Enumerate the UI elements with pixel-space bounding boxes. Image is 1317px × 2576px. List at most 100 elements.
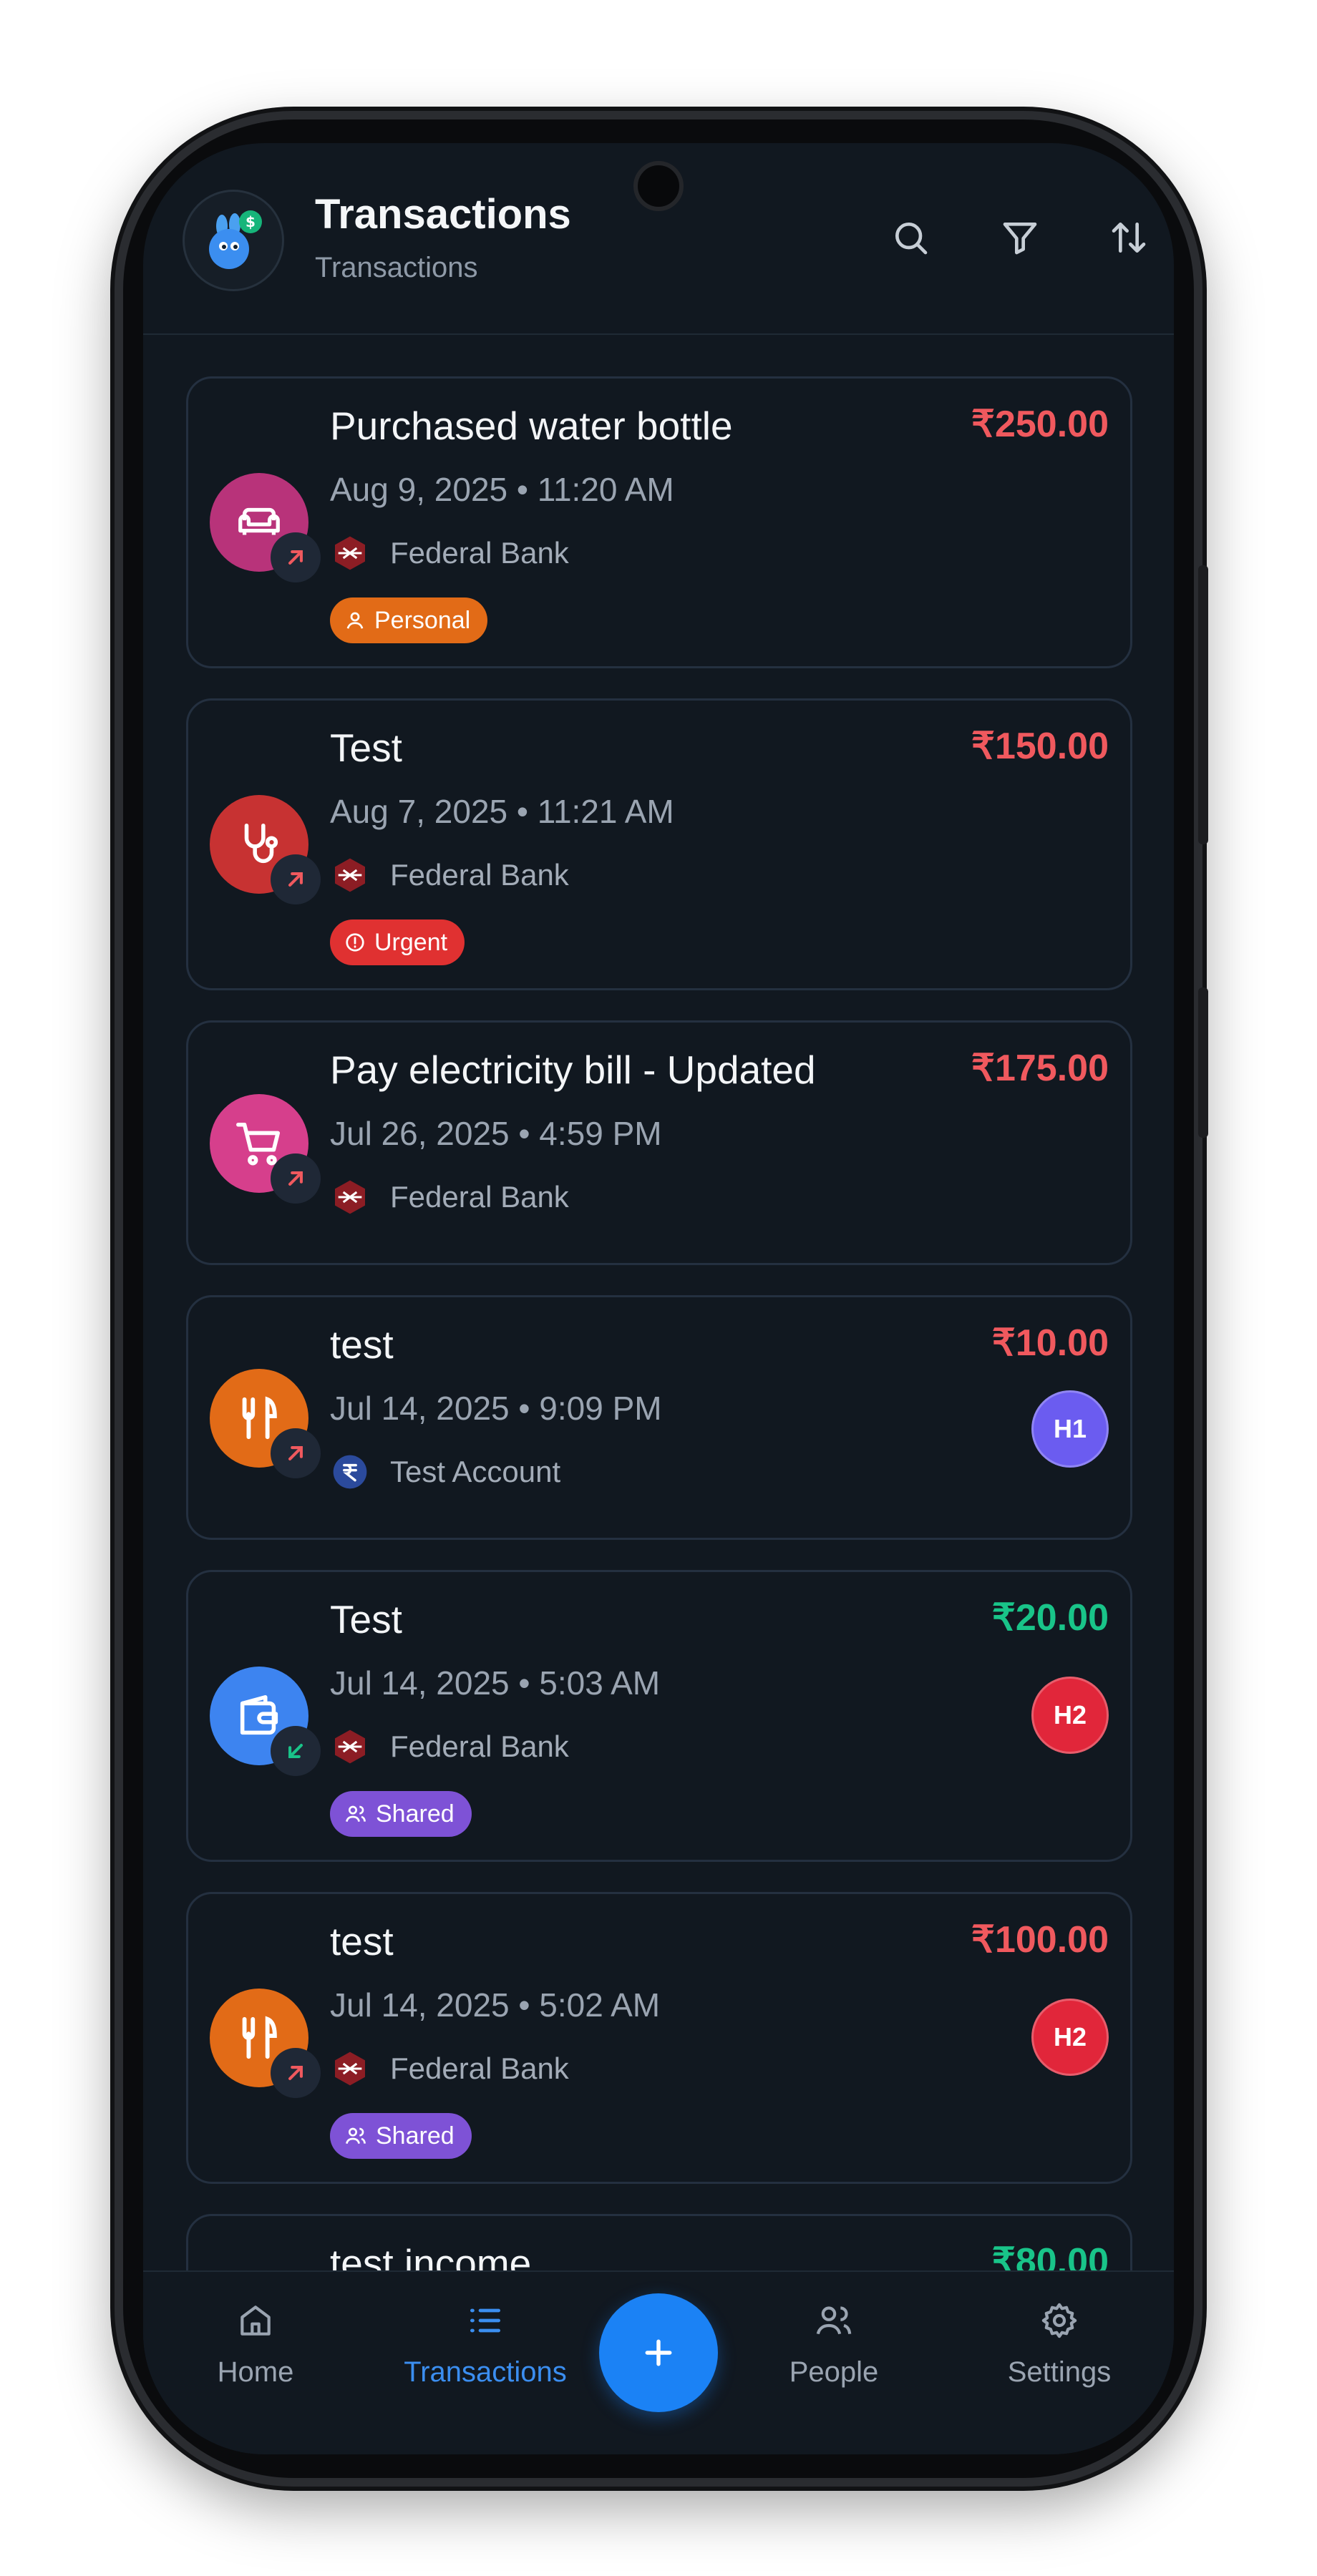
account-name: Federal Bank bbox=[390, 536, 569, 570]
transaction-amount: ₹80.00 bbox=[991, 2241, 1109, 2270]
bottom-nav: Home Transactions People Settings bbox=[143, 2270, 1174, 2454]
expense-direction-badge bbox=[271, 532, 321, 582]
transaction-datetime: Jul 26, 2025 • 4:59 PM bbox=[330, 1115, 662, 1152]
gear-icon bbox=[1041, 2303, 1077, 2338]
account-name: Federal Bank bbox=[390, 2051, 569, 2085]
transaction-card[interactable]: test ₹10.00 Jul 14, 2025 • 9:09 PM Test … bbox=[186, 1295, 1132, 1540]
search-icon bbox=[895, 223, 928, 255]
svg-text:$: $ bbox=[246, 213, 256, 230]
transaction-account: Federal Bank bbox=[330, 855, 569, 895]
tag-badge: Shared bbox=[330, 2113, 472, 2159]
transaction-title: Purchased water bottle bbox=[330, 404, 733, 448]
sort-icon bbox=[1112, 223, 1146, 253]
transaction-amount: ₹10.00 bbox=[991, 1322, 1109, 1364]
transaction-card[interactable]: Test ₹20.00 Jul 14, 2025 • 5:03 AM Feder… bbox=[186, 1570, 1132, 1862]
tag-badge: Urgent bbox=[330, 919, 465, 965]
app-screen: $ Transactions Transactions Purchased wa… bbox=[143, 143, 1174, 2454]
arrow-up-right-icon bbox=[288, 1171, 303, 1186]
person-avatar[interactable]: H2 bbox=[1031, 1999, 1109, 2076]
filter-icon bbox=[1003, 223, 1037, 255]
app-logo-icon: $ bbox=[209, 210, 262, 269]
people-icon bbox=[816, 2306, 852, 2335]
add-transaction-button[interactable] bbox=[599, 2293, 718, 2412]
transaction-card[interactable]: test income ₹80.00 bbox=[186, 2214, 1132, 2270]
transaction-account: Federal Bank bbox=[330, 2049, 569, 2089]
person-avatar[interactable]: H2 bbox=[1031, 1677, 1109, 1754]
tag-label: Shared bbox=[376, 1800, 455, 1828]
transaction-account: Federal Bank bbox=[330, 1177, 569, 1217]
expense-direction-badge bbox=[271, 2048, 321, 2098]
bank-logo-icon bbox=[335, 1729, 365, 1764]
transaction-amount: ₹250.00 bbox=[971, 404, 1109, 445]
expense-direction-badge bbox=[271, 854, 321, 904]
bank-logo-icon bbox=[335, 536, 365, 570]
transaction-list[interactable]: Purchased water bottle ₹250.00 Aug 9, 20… bbox=[143, 335, 1174, 2270]
income-direction-badge bbox=[271, 1726, 321, 1776]
transaction-datetime: Jul 14, 2025 • 5:02 AM bbox=[330, 1986, 661, 2024]
arrow-up-right-icon bbox=[288, 550, 303, 565]
users-icon bbox=[346, 2127, 366, 2145]
nav-item-people[interactable]: People bbox=[748, 2301, 920, 2389]
account-name: Federal Bank bbox=[390, 858, 569, 892]
app-avatar[interactable]: $ bbox=[183, 190, 284, 291]
tag-label: Personal bbox=[374, 606, 471, 634]
person-icon bbox=[346, 612, 364, 629]
rupee-coin-icon bbox=[333, 1455, 367, 1489]
transaction-amount: ₹20.00 bbox=[991, 1597, 1109, 1639]
power-button bbox=[1198, 987, 1208, 1138]
tag-badge: Shared bbox=[330, 1791, 472, 1837]
arrow-up-right-icon bbox=[288, 1446, 303, 1460]
transaction-datetime: Jul 14, 2025 • 9:09 PM bbox=[330, 1390, 662, 1427]
filter-button[interactable] bbox=[997, 215, 1043, 260]
volume-button bbox=[1198, 565, 1208, 844]
arrow-up-right-icon bbox=[288, 2066, 303, 2080]
transaction-card[interactable]: Pay electricity bill - Updated ₹175.00 J… bbox=[186, 1020, 1132, 1265]
home-icon bbox=[240, 2306, 271, 2336]
transaction-datetime: Jul 14, 2025 • 5:03 AM bbox=[330, 1664, 661, 1702]
expense-direction-badge bbox=[271, 1428, 321, 1478]
plus-icon bbox=[645, 2339, 672, 2366]
front-camera bbox=[633, 161, 684, 211]
expense-direction-badge bbox=[271, 1153, 321, 1204]
transaction-title: test bbox=[330, 1322, 394, 1367]
person-avatar[interactable]: H1 bbox=[1031, 1390, 1109, 1468]
transaction-title: test bbox=[330, 1919, 394, 1963]
nav-item-settings[interactable]: Settings bbox=[973, 2301, 1145, 2389]
transaction-title: Test bbox=[330, 1597, 402, 1641]
tag-badge: Personal bbox=[330, 597, 488, 643]
search-button[interactable] bbox=[888, 215, 933, 260]
transaction-amount: ₹100.00 bbox=[971, 1919, 1109, 1961]
list-icon bbox=[470, 2308, 500, 2333]
transaction-title: Pay electricity bill - Updated bbox=[330, 1048, 816, 1092]
nav-item-home[interactable]: Home bbox=[170, 2301, 341, 2389]
transaction-card[interactable]: Purchased water bottle ₹250.00 Aug 9, 20… bbox=[186, 376, 1132, 668]
arrow-down-left-icon bbox=[288, 1744, 303, 1758]
transaction-amount: ₹150.00 bbox=[971, 726, 1109, 767]
transaction-title: test income bbox=[330, 2241, 532, 2270]
account-name: Test Account bbox=[390, 1455, 561, 1488]
bank-logo-icon bbox=[335, 2051, 365, 2086]
nav-label: Transactions bbox=[404, 2356, 567, 2388]
bank-logo-icon bbox=[335, 1180, 365, 1214]
alert-circle-icon bbox=[346, 933, 364, 952]
users-icon bbox=[346, 1805, 366, 1823]
nav-label: Settings bbox=[1007, 2356, 1112, 2388]
bank-logo-icon bbox=[335, 858, 365, 892]
transaction-title: Test bbox=[330, 726, 402, 770]
nav-label: People bbox=[789, 2356, 879, 2388]
transaction-account: Federal Bank bbox=[330, 533, 569, 573]
page-subtitle: Transactions bbox=[315, 252, 478, 283]
transaction-card[interactable]: test ₹100.00 Jul 14, 2025 • 5:02 AM Fede… bbox=[186, 1892, 1132, 2184]
transaction-datetime: Aug 7, 2025 • 11:21 AM bbox=[330, 793, 674, 830]
nav-item-transactions[interactable]: Transactions bbox=[399, 2301, 571, 2389]
transaction-card[interactable]: Test ₹150.00 Aug 7, 2025 • 11:21 AM Fede… bbox=[186, 698, 1132, 990]
transaction-account: Federal Bank bbox=[330, 1727, 569, 1767]
tag-label: Shared bbox=[376, 2122, 455, 2150]
tag-label: Urgent bbox=[374, 928, 448, 956]
sort-button[interactable] bbox=[1106, 215, 1152, 260]
account-name: Federal Bank bbox=[390, 1729, 569, 1763]
transaction-amount: ₹175.00 bbox=[971, 1048, 1109, 1089]
account-name: Federal Bank bbox=[390, 1180, 569, 1214]
transaction-account: Test Account bbox=[330, 1452, 560, 1492]
arrow-up-right-icon bbox=[288, 872, 303, 887]
